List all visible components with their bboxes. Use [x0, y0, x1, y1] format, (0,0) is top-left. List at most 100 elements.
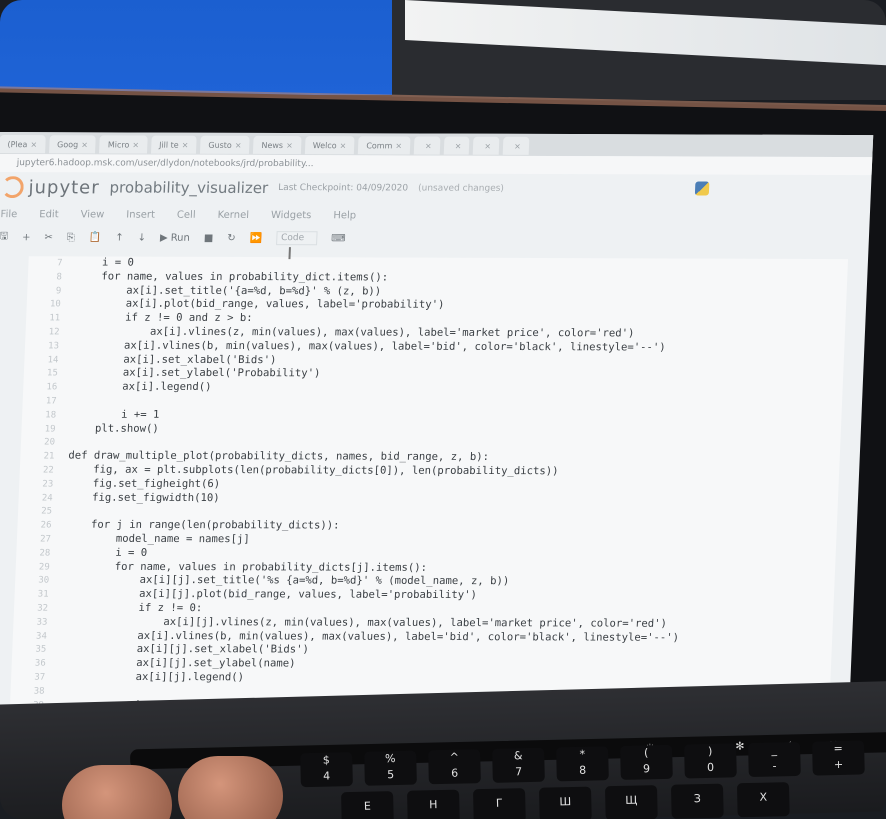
line-number: 33 — [36, 617, 48, 628]
stop-icon[interactable]: ■ — [204, 232, 214, 243]
line-number: 26 — [40, 520, 52, 531]
line-number: 12 — [48, 327, 60, 338]
browser-tab[interactable]: Welco × — [304, 136, 355, 155]
menu-item[interactable]: Widgets — [271, 210, 312, 221]
keyboard-key[interactable]: $4 — [300, 752, 353, 788]
run-button[interactable]: ▶ Run — [160, 232, 190, 243]
code-text: ax[i].vlines(b, min(values), max(values)… — [72, 339, 666, 354]
close-icon[interactable]: × — [286, 141, 293, 150]
fast-forward-icon[interactable]: ⏩ — [249, 232, 262, 243]
key-label: 4 — [323, 769, 331, 783]
browser-tab[interactable]: (Plea × — [0, 135, 46, 154]
menu-item[interactable]: View — [80, 209, 104, 220]
keyboard-key[interactable]: % 5 — [364, 750, 417, 786]
code-text: ax[i][j].set_xlabel('Bids') — [60, 642, 310, 656]
menu-item[interactable]: Insert — [126, 209, 155, 220]
browser-tab[interactable]: News × — [253, 135, 302, 155]
key-label: + — [833, 757, 844, 772]
browser-tab[interactable]: Jill te × — [150, 135, 197, 154]
line-number: 23 — [42, 479, 54, 490]
keyboard-key[interactable]: Е — [341, 791, 394, 819]
keyboard-key[interactable]: ^ 6 — [428, 749, 481, 785]
keyboard-key[interactable]: Щ — [604, 785, 658, 819]
key-label: 0 — [706, 760, 715, 774]
key-shift-label: % — [384, 752, 396, 766]
keyboard-key[interactable]: * 8 — [556, 746, 609, 782]
keyboard-key[interactable]: = + — [812, 740, 865, 776]
close-icon[interactable]: × — [235, 140, 242, 149]
close-icon[interactable]: × — [455, 141, 462, 150]
close-icon[interactable]: × — [132, 140, 139, 149]
key-label: 9 — [642, 762, 651, 776]
line-number: 25 — [41, 506, 53, 517]
close-icon[interactable]: × — [182, 140, 189, 149]
restart-icon[interactable]: ↻ — [227, 232, 236, 243]
keyboard-icon[interactable]: ⌨ — [331, 233, 346, 244]
browser-tab[interactable]: × — [443, 136, 470, 155]
close-icon[interactable]: × — [81, 140, 88, 149]
browser-tab-label: Comm — [366, 140, 393, 150]
line-number: 7 — [56, 258, 63, 269]
save-icon[interactable]: 🖫 — [0, 229, 8, 246]
code-text: for j in range(len(probability_dicts)): — [65, 518, 340, 532]
browser-tab[interactable]: Comm × — [357, 136, 411, 155]
code-text: ax[i].set_ylabel('Probability') — [71, 366, 321, 380]
menu-item[interactable]: File — [0, 209, 17, 220]
keyboard-key[interactable]: ) 0 — [684, 743, 737, 779]
code-text: plt.show() — [69, 422, 160, 435]
browser-tab-label: Micro — [107, 139, 130, 149]
jupyter-logo-icon — [1, 176, 25, 199]
copy-icon[interactable]: ⎘ — [67, 232, 75, 243]
line-number: 11 — [49, 313, 61, 324]
browser-tab[interactable]: Goog × — [48, 135, 97, 154]
jupyter-logo[interactable]: jupyter — [1, 176, 100, 199]
keyboard-key[interactable]: Г — [473, 788, 526, 819]
browser-tab[interactable]: × — [473, 136, 500, 155]
notebook-title[interactable]: probability_visualizer — [109, 178, 268, 197]
keyboard-key[interactable]: Н — [407, 789, 460, 819]
code-text: ax[i].set_xlabel('Bids') — [72, 353, 277, 366]
line-number: 18 — [45, 410, 57, 421]
keyboard-key[interactable]: & 7 — [492, 747, 545, 783]
browser-tab[interactable]: × — [502, 136, 530, 155]
keyboard-key[interactable]: (9 — [620, 744, 673, 780]
code-text: ax[i][j].plot(bid_range, values, label='… — [62, 587, 478, 602]
line-number: 27 — [39, 534, 52, 545]
cut-icon[interactable]: ✂ — [44, 232, 53, 243]
add-cell-icon[interactable]: + — [22, 232, 31, 243]
code-text: ax[i].set_title('{a=%d, b=%d}' % (z, b)) — [75, 284, 382, 298]
browser-tab-label: Welco — [312, 140, 337, 150]
code-text: ax[i].plot(bid_range, values, label='pro… — [74, 297, 445, 312]
close-icon[interactable]: × — [339, 141, 346, 150]
browser-tab[interactable]: Micro × — [99, 135, 148, 154]
close-icon[interactable]: × — [30, 140, 37, 149]
code-cell[interactable]: 7 i = 0 8 for name, values in probability… — [9, 256, 849, 710]
close-icon[interactable]: × — [395, 141, 402, 150]
cell-type-select[interactable]: Code — [275, 231, 318, 246]
close-icon[interactable]: × — [425, 141, 432, 150]
browser-tab[interactable]: × — [413, 136, 441, 155]
browser-tab[interactable]: Gusto × — [200, 135, 250, 154]
move-down-icon[interactable]: ↓ — [137, 232, 146, 243]
menu-item[interactable]: Cell — [177, 209, 196, 220]
menu-item[interactable]: Edit — [39, 209, 59, 220]
keyboard-key[interactable]: З — [670, 783, 724, 819]
keyboard-key[interactable]: _ - — [748, 741, 801, 778]
line-number: 17 — [45, 396, 57, 407]
code-text: ax[i][j].vlines(z, min(values), max(valu… — [61, 615, 668, 630]
key-label: 6 — [450, 766, 459, 780]
keyboard-key[interactable]: Ш — [538, 786, 592, 819]
paste-icon[interactable]: 📋 — [89, 232, 102, 243]
python-logo-icon — [694, 181, 710, 196]
menu-item[interactable]: Help — [333, 210, 356, 221]
move-up-icon[interactable]: ↑ — [115, 232, 124, 243]
close-icon[interactable]: × — [514, 141, 521, 150]
key-label: 7 — [514, 765, 523, 779]
keyboard-key[interactable]: Х — [736, 782, 790, 818]
code-text: ax[i].legend() — [71, 380, 212, 394]
close-icon[interactable]: × — [484, 141, 491, 150]
menu-item[interactable]: Kernel — [217, 209, 249, 220]
